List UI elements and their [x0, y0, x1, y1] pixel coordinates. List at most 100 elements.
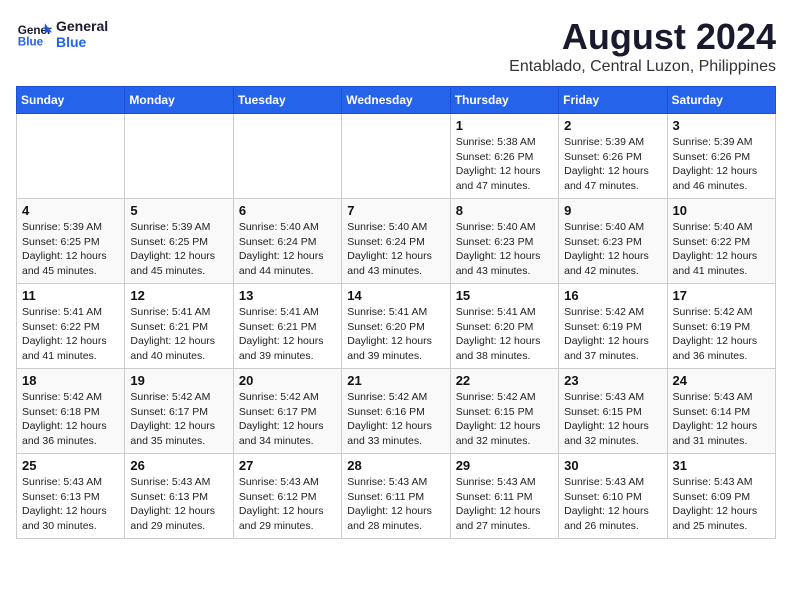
day-number: 14	[347, 288, 444, 303]
day-cell	[125, 114, 233, 199]
day-info: Sunrise: 5:43 AM Sunset: 6:11 PM Dayligh…	[456, 475, 553, 534]
day-info: Sunrise: 5:43 AM Sunset: 6:15 PM Dayligh…	[564, 390, 661, 449]
day-number: 9	[564, 203, 661, 218]
day-cell: 11Sunrise: 5:41 AM Sunset: 6:22 PM Dayli…	[17, 284, 125, 369]
day-info: Sunrise: 5:40 AM Sunset: 6:23 PM Dayligh…	[564, 220, 661, 279]
day-cell: 9 Sunrise: 5:40 AM Sunset: 6:23 PM Daylig…	[559, 199, 667, 284]
day-cell	[17, 114, 125, 199]
calendar-body: 1Sunrise: 5:38 AM Sunset: 6:26 PM Daylig…	[17, 114, 776, 539]
day-info: Sunrise: 5:39 AM Sunset: 6:26 PM Dayligh…	[564, 135, 661, 194]
day-info: Sunrise: 5:42 AM Sunset: 6:19 PM Dayligh…	[564, 305, 661, 364]
weekday-header-sunday: Sunday	[17, 87, 125, 114]
day-info: Sunrise: 5:40 AM Sunset: 6:24 PM Dayligh…	[239, 220, 336, 279]
day-cell: 27 Sunrise: 5:43 AM Sunset: 6:12 PM Dayli…	[233, 454, 341, 539]
day-cell: 31Sunrise: 5:43 AM Sunset: 6:09 PM Dayli…	[667, 454, 775, 539]
header: General Blue General Blue August 2024 En…	[16, 16, 776, 76]
day-cell: 25Sunrise: 5:43 AM Sunset: 6:13 PM Dayli…	[17, 454, 125, 539]
weekday-header-monday: Monday	[125, 87, 233, 114]
day-number: 5	[130, 203, 227, 218]
day-info: Sunrise: 5:39 AM Sunset: 6:26 PM Dayligh…	[673, 135, 770, 194]
day-info: Sunrise: 5:41 AM Sunset: 6:20 PM Dayligh…	[456, 305, 553, 364]
day-cell: 16 Sunrise: 5:42 AM Sunset: 6:19 PM Dayli…	[559, 284, 667, 369]
day-cell: 29 Sunrise: 5:43 AM Sunset: 6:11 PM Dayli…	[450, 454, 558, 539]
day-cell: 20 Sunrise: 5:42 AM Sunset: 6:17 PM Dayli…	[233, 369, 341, 454]
month-year-title: August 2024	[509, 16, 776, 58]
weekday-header-row: SundayMondayTuesdayWednesdayThursdayFrid…	[17, 87, 776, 114]
day-info: Sunrise: 5:41 AM Sunset: 6:22 PM Dayligh…	[22, 305, 119, 364]
day-cell: 7Sunrise: 5:40 AM Sunset: 6:24 PM Daylig…	[342, 199, 450, 284]
logo: General Blue General Blue	[16, 16, 108, 52]
day-cell: 12Sunrise: 5:41 AM Sunset: 6:21 PM Dayli…	[125, 284, 233, 369]
day-info: Sunrise: 5:42 AM Sunset: 6:18 PM Dayligh…	[22, 390, 119, 449]
day-number: 12	[130, 288, 227, 303]
day-info: Sunrise: 5:43 AM Sunset: 6:12 PM Dayligh…	[239, 475, 336, 534]
day-number: 27	[239, 458, 336, 473]
location-subtitle: Entablado, Central Luzon, Philippines	[509, 58, 776, 76]
day-number: 17	[673, 288, 770, 303]
day-cell: 13Sunrise: 5:41 AM Sunset: 6:21 PM Dayli…	[233, 284, 341, 369]
day-cell: 30 Sunrise: 5:43 AM Sunset: 6:10 PM Dayli…	[559, 454, 667, 539]
day-info: Sunrise: 5:41 AM Sunset: 6:20 PM Dayligh…	[347, 305, 444, 364]
day-number: 7	[347, 203, 444, 218]
week-row-2: 4 Sunrise: 5:39 AM Sunset: 6:25 PM Daylig…	[17, 199, 776, 284]
day-cell: 18 Sunrise: 5:42 AM Sunset: 6:18 PM Dayli…	[17, 369, 125, 454]
week-row-3: 11Sunrise: 5:41 AM Sunset: 6:22 PM Dayli…	[17, 284, 776, 369]
day-info: Sunrise: 5:39 AM Sunset: 6:25 PM Dayligh…	[22, 220, 119, 279]
day-number: 3	[673, 118, 770, 133]
logo-text-general: General	[56, 18, 108, 34]
day-cell: 10 Sunrise: 5:40 AM Sunset: 6:22 PM Dayli…	[667, 199, 775, 284]
day-info: Sunrise: 5:40 AM Sunset: 6:22 PM Dayligh…	[673, 220, 770, 279]
day-number: 15	[456, 288, 553, 303]
day-info: Sunrise: 5:43 AM Sunset: 6:14 PM Dayligh…	[673, 390, 770, 449]
week-row-5: 25Sunrise: 5:43 AM Sunset: 6:13 PM Dayli…	[17, 454, 776, 539]
day-number: 18	[22, 373, 119, 388]
day-cell: 26 Sunrise: 5:43 AM Sunset: 6:13 PM Dayli…	[125, 454, 233, 539]
logo-text-blue: Blue	[56, 34, 108, 50]
weekday-header-thursday: Thursday	[450, 87, 558, 114]
day-cell: 19Sunrise: 5:42 AM Sunset: 6:17 PM Dayli…	[125, 369, 233, 454]
day-cell: 24 Sunrise: 5:43 AM Sunset: 6:14 PM Dayli…	[667, 369, 775, 454]
day-info: Sunrise: 5:42 AM Sunset: 6:17 PM Dayligh…	[130, 390, 227, 449]
logo-icon: General Blue	[16, 16, 52, 52]
day-number: 24	[673, 373, 770, 388]
week-row-4: 18 Sunrise: 5:42 AM Sunset: 6:18 PM Dayli…	[17, 369, 776, 454]
day-number: 20	[239, 373, 336, 388]
week-row-1: 1Sunrise: 5:38 AM Sunset: 6:26 PM Daylig…	[17, 114, 776, 199]
day-info: Sunrise: 5:43 AM Sunset: 6:13 PM Dayligh…	[130, 475, 227, 534]
day-number: 2	[564, 118, 661, 133]
day-info: Sunrise: 5:42 AM Sunset: 6:19 PM Dayligh…	[673, 305, 770, 364]
day-cell: 23 Sunrise: 5:43 AM Sunset: 6:15 PM Dayli…	[559, 369, 667, 454]
day-number: 29	[456, 458, 553, 473]
day-number: 10	[673, 203, 770, 218]
day-info: Sunrise: 5:42 AM Sunset: 6:16 PM Dayligh…	[347, 390, 444, 449]
day-info: Sunrise: 5:42 AM Sunset: 6:17 PM Dayligh…	[239, 390, 336, 449]
day-number: 16	[564, 288, 661, 303]
day-cell: 14 Sunrise: 5:41 AM Sunset: 6:20 PM Dayli…	[342, 284, 450, 369]
day-number: 26	[130, 458, 227, 473]
calendar-table: SundayMondayTuesdayWednesdayThursdayFrid…	[16, 86, 776, 539]
day-cell: 17 Sunrise: 5:42 AM Sunset: 6:19 PM Dayli…	[667, 284, 775, 369]
day-cell: 3 Sunrise: 5:39 AM Sunset: 6:26 PM Daylig…	[667, 114, 775, 199]
day-info: Sunrise: 5:43 AM Sunset: 6:09 PM Dayligh…	[673, 475, 770, 534]
day-info: Sunrise: 5:43 AM Sunset: 6:10 PM Dayligh…	[564, 475, 661, 534]
day-number: 6	[239, 203, 336, 218]
day-cell: 2 Sunrise: 5:39 AM Sunset: 6:26 PM Daylig…	[559, 114, 667, 199]
title-area: August 2024 Entablado, Central Luzon, Ph…	[509, 16, 776, 76]
day-number: 23	[564, 373, 661, 388]
day-number: 13	[239, 288, 336, 303]
day-cell	[233, 114, 341, 199]
day-info: Sunrise: 5:43 AM Sunset: 6:11 PM Dayligh…	[347, 475, 444, 534]
day-number: 30	[564, 458, 661, 473]
day-info: Sunrise: 5:39 AM Sunset: 6:25 PM Dayligh…	[130, 220, 227, 279]
calendar-header: SundayMondayTuesdayWednesdayThursdayFrid…	[17, 87, 776, 114]
day-cell: 1Sunrise: 5:38 AM Sunset: 6:26 PM Daylig…	[450, 114, 558, 199]
weekday-header-wednesday: Wednesday	[342, 87, 450, 114]
day-cell: 22Sunrise: 5:42 AM Sunset: 6:15 PM Dayli…	[450, 369, 558, 454]
day-cell: 21Sunrise: 5:42 AM Sunset: 6:16 PM Dayli…	[342, 369, 450, 454]
day-number: 22	[456, 373, 553, 388]
day-cell: 28Sunrise: 5:43 AM Sunset: 6:11 PM Dayli…	[342, 454, 450, 539]
weekday-header-friday: Friday	[559, 87, 667, 114]
day-number: 4	[22, 203, 119, 218]
day-cell: 8Sunrise: 5:40 AM Sunset: 6:23 PM Daylig…	[450, 199, 558, 284]
day-cell: 15 Sunrise: 5:41 AM Sunset: 6:20 PM Dayli…	[450, 284, 558, 369]
